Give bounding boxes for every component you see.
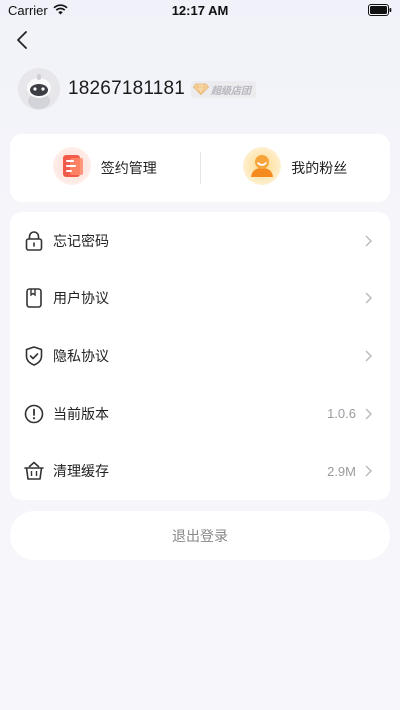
shield-icon — [24, 346, 44, 366]
quick-actions-card: 签约管理 我的粉丝 — [10, 134, 390, 202]
status-bar: Carrier 12:17 AM — [0, 0, 400, 22]
chevron-right-icon — [364, 292, 372, 304]
menu-item-label: 用户协议 — [53, 291, 109, 308]
logout-button[interactable]: 退出登录 — [10, 511, 390, 560]
avatar[interactable] — [18, 68, 60, 110]
menu-item-label: 清理缓存 — [53, 464, 109, 481]
chevron-right-icon — [364, 235, 372, 247]
chevron-right-icon — [364, 408, 372, 420]
chevron-right-icon — [364, 350, 372, 362]
lock-icon — [24, 231, 44, 251]
menu-item-label: 当前版本 — [53, 406, 109, 423]
info-icon — [24, 404, 44, 424]
menu-item-label: 忘记密码 — [53, 233, 109, 250]
contract-management-label: 签约管理 — [100, 161, 157, 177]
version-value: 1.0.6 — [327, 406, 356, 422]
menu-item-user-agreement[interactable]: 用户协议 — [10, 270, 390, 328]
menu-item-current-version[interactable]: 当前版本 1.0.6 — [10, 385, 390, 443]
menu-item-privacy-policy[interactable]: 隐私协议 — [10, 327, 390, 385]
back-button[interactable] — [10, 30, 34, 54]
contract-management-button[interactable]: 签约管理 — [10, 134, 200, 202]
menu-item-clear-cache[interactable]: 清理缓存 2.9M — [10, 442, 390, 500]
vip-badge-label: 超级店团 — [211, 85, 252, 97]
profile-header: 18267181181 超级店团 — [18, 67, 257, 111]
chevron-left-icon — [16, 31, 28, 53]
chevron-right-icon — [364, 465, 372, 477]
vip-badge: 超级店团 — [191, 80, 257, 99]
battery-icon — [368, 4, 392, 20]
menu-item-forgot-password[interactable]: 忘记密码 — [10, 212, 390, 270]
diamond-icon — [192, 80, 210, 99]
contract-icon — [52, 147, 91, 189]
settings-menu: 忘记密码 用户协议 隐私协议 当前版本 1.0.6 清理缓存 2.9M — [10, 212, 390, 500]
my-fans-button[interactable]: 我的粉丝 — [201, 134, 391, 202]
status-time: 12:17 AM — [171, 3, 229, 18]
phone-number: 18267181181 — [68, 78, 186, 99]
fans-icon — [243, 147, 282, 189]
document-icon — [24, 288, 44, 309]
my-fans-label: 我的粉丝 — [291, 161, 348, 177]
menu-item-label: 隐私协议 — [53, 348, 109, 365]
cache-size-value: 2.9M — [327, 463, 356, 479]
basket-icon — [24, 461, 44, 481]
